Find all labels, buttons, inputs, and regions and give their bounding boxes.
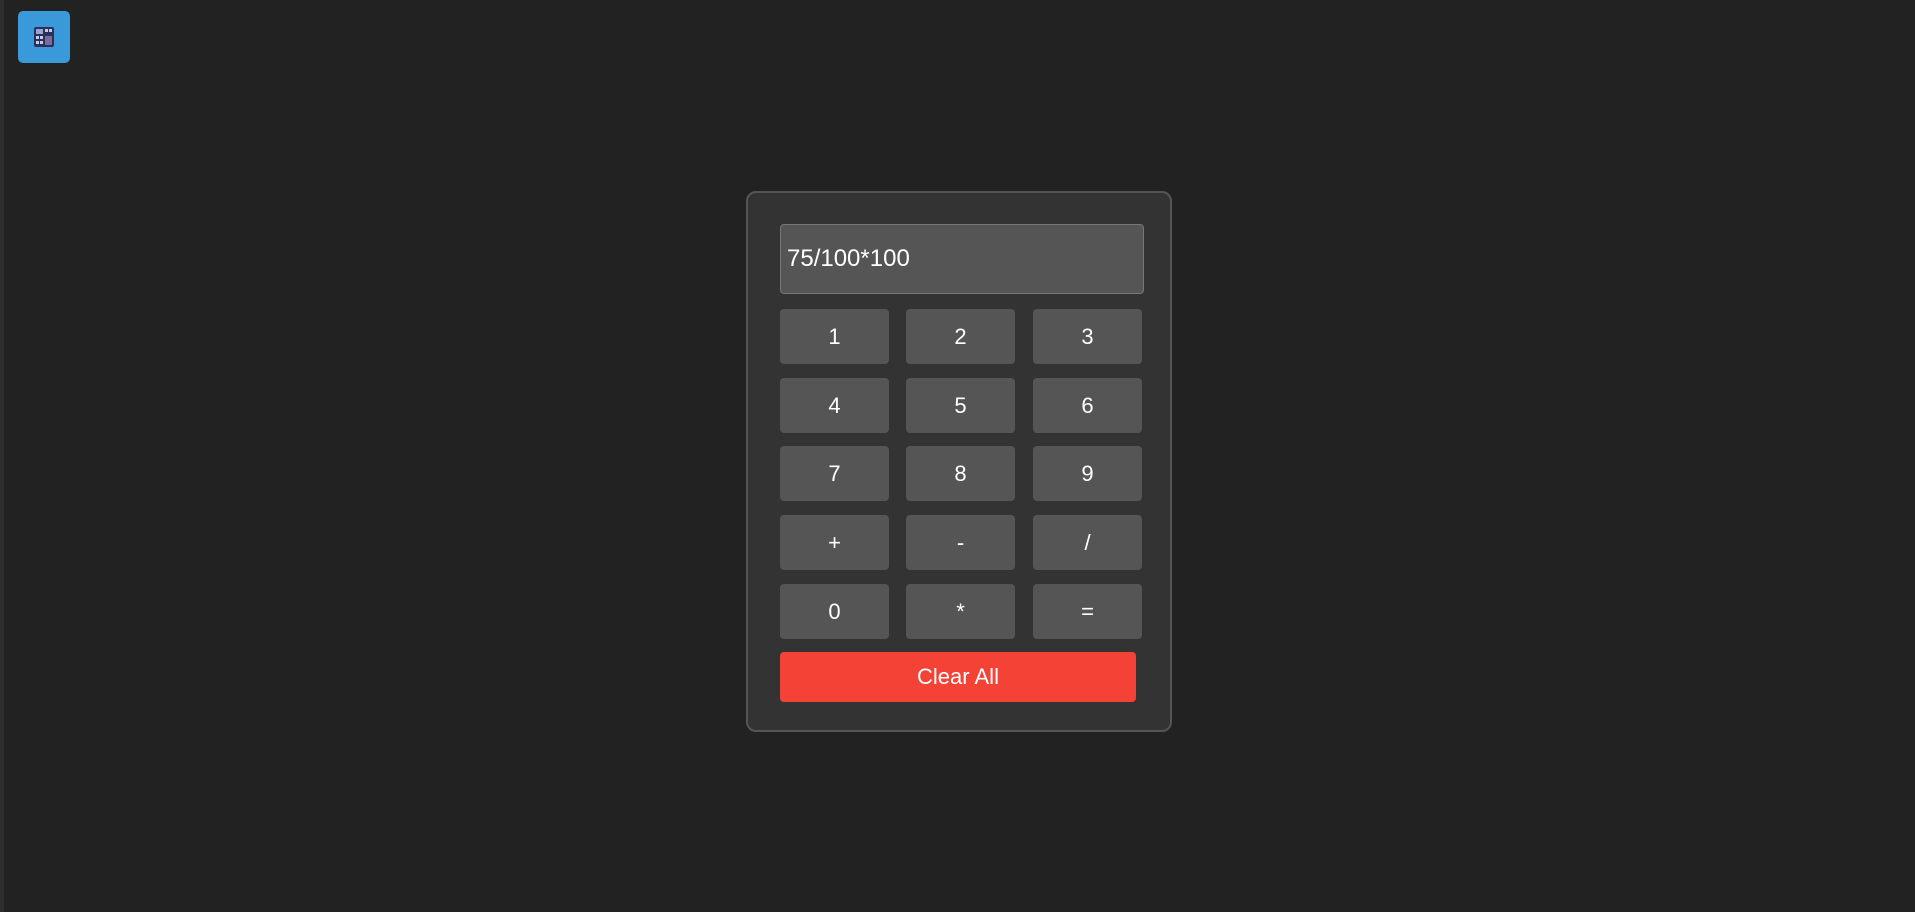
key-0-button[interactable]: 0 — [780, 584, 889, 639]
calculator-app-icon[interactable] — [18, 11, 70, 63]
minus-button[interactable]: - — [906, 515, 1015, 570]
calculator-display[interactable] — [780, 224, 1144, 294]
key-3-button[interactable]: 3 — [1033, 309, 1142, 364]
key-5-button[interactable]: 5 — [906, 378, 1015, 433]
divide-button[interactable]: / — [1033, 515, 1142, 570]
equals-button[interactable]: = — [1033, 584, 1142, 639]
plus-button[interactable]: + — [780, 515, 889, 570]
key-9-button[interactable]: 9 — [1033, 446, 1142, 501]
key-8-button[interactable]: 8 — [906, 446, 1015, 501]
key-6-button[interactable]: 6 — [1033, 378, 1142, 433]
key-7-button[interactable]: 7 — [780, 446, 889, 501]
clear-all-button[interactable]: Clear All — [780, 652, 1136, 702]
key-1-button[interactable]: 1 — [780, 309, 889, 364]
window-left-edge — [0, 0, 4, 912]
key-4-button[interactable]: 4 — [780, 378, 889, 433]
multiply-button[interactable]: * — [906, 584, 1015, 639]
calculator-glyph-icon — [34, 27, 54, 47]
calculator-panel: 1 2 3 4 5 6 7 8 9 + - / 0 * = Clear All — [746, 191, 1172, 732]
key-2-button[interactable]: 2 — [906, 309, 1015, 364]
